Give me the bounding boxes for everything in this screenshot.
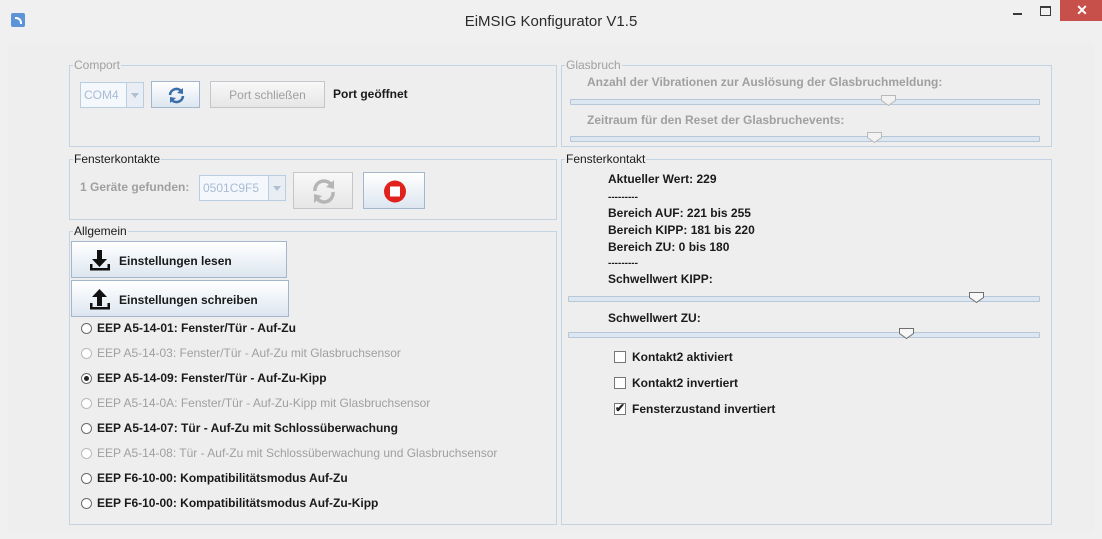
separator-1: --------- bbox=[608, 192, 638, 203]
eep-radio-6[interactable] bbox=[81, 473, 92, 484]
eep-option-label-3[interactable]: EEP A5-14-0A: Fenster/Tür - Auf-Zu-Kipp … bbox=[97, 396, 430, 410]
write-settings-button[interactable]: Einstellungen schreiben bbox=[71, 280, 289, 317]
threshold-kipp-label: Schwellwert KIPP: bbox=[608, 272, 713, 286]
kontakt2-invertiert-label[interactable]: Kontakt2 invertiert bbox=[632, 376, 738, 390]
device-select[interactable]: 0501C9F5 bbox=[199, 175, 286, 201]
eep-option-label-1[interactable]: EEP A5-14-03: Fenster/Tür - Auf-Zu mit G… bbox=[97, 346, 401, 360]
separator-2: --------- bbox=[608, 258, 638, 269]
checkmark-icon: ✔ bbox=[615, 401, 626, 415]
eep-radio-4[interactable] bbox=[81, 423, 92, 434]
threshold-kipp-slider-thumb[interactable] bbox=[969, 292, 985, 303]
close-icon: ✕ bbox=[1076, 2, 1088, 18]
range-auf: Bereich AUF: 221 bis 255 bbox=[608, 206, 751, 220]
client-area: Comport COM4 Port schließen Port geöffne… bbox=[8, 44, 1094, 531]
fensterzustand-invertiert-checkbox[interactable]: ✔ bbox=[614, 401, 626, 415]
kontakt2-aktiviert-checkbox[interactable] bbox=[614, 351, 626, 363]
fensterzustand-invertiert-label[interactable]: Fensterzustand invertiert bbox=[632, 402, 775, 416]
reset-slider-thumb[interactable] bbox=[866, 132, 882, 143]
vibration-slider[interactable] bbox=[570, 99, 1040, 105]
close-button[interactable]: ✕ bbox=[1060, 0, 1102, 21]
port-select-value: COM4 bbox=[84, 88, 119, 102]
close-port-label: Port schließen bbox=[229, 88, 306, 102]
refresh-icon bbox=[313, 179, 335, 204]
window-frame-bottom bbox=[0, 531, 1102, 539]
devices-found-label: 1 Geräte gefunden: bbox=[80, 180, 190, 194]
eep-option-label-6[interactable]: EEP F6-10-00: Kompatibilitätsmodus Auf-Z… bbox=[97, 471, 348, 485]
eep-radio-1[interactable] bbox=[81, 348, 92, 359]
write-settings-label: Einstellungen schreiben bbox=[119, 293, 258, 307]
upload-icon bbox=[90, 289, 110, 310]
device-select-value: 0501C9F5 bbox=[203, 181, 260, 195]
stop-button[interactable] bbox=[363, 172, 425, 209]
eep-radio-3[interactable] bbox=[81, 398, 92, 409]
fensterkontakte-group-title: Fensterkontakte bbox=[73, 152, 162, 166]
eep-option-label-7[interactable]: EEP F6-10-00: Kompatibilitätsmodus Auf-Z… bbox=[97, 496, 378, 510]
port-status: Port geöffnet bbox=[333, 87, 408, 101]
threshold-zu-label: Schwellwert ZU: bbox=[608, 311, 701, 325]
read-settings-label: Einstellungen lesen bbox=[119, 254, 232, 268]
kontakt2-invertiert-checkbox[interactable] bbox=[614, 377, 626, 389]
refresh-devices-button[interactable] bbox=[293, 172, 353, 209]
vibration-label: Anzahl der Vibrationen zur Auslösung der… bbox=[587, 75, 943, 89]
maximize-icon bbox=[1040, 6, 1051, 16]
eep-radio-7[interactable] bbox=[81, 498, 92, 509]
window-frame-left bbox=[0, 44, 8, 539]
download-icon bbox=[90, 250, 110, 271]
glasbruch-group-title: Glasbruch bbox=[565, 58, 622, 72]
eep-option-label-2[interactable]: EEP A5-14-09: Fenster/Tür - Auf-Zu-Kipp bbox=[97, 371, 327, 385]
port-select[interactable]: COM4 bbox=[80, 82, 144, 108]
maximize-button[interactable] bbox=[1032, 0, 1058, 21]
reset-slider[interactable] bbox=[570, 136, 1040, 142]
window-frame-right bbox=[1094, 44, 1102, 539]
stop-icon bbox=[384, 180, 406, 203]
minimize-icon bbox=[1013, 13, 1022, 15]
chevron-down-icon bbox=[268, 176, 285, 200]
window-title: EiMSIG Konfigurator V1.5 bbox=[464, 13, 638, 30]
vibration-slider-thumb[interactable] bbox=[880, 95, 896, 106]
eep-option-label-4[interactable]: EEP A5-14-07: Tür - Auf-Zu mit Schlossüb… bbox=[97, 421, 398, 435]
refresh-ports-button[interactable] bbox=[151, 81, 200, 108]
eep-option-label-0[interactable]: EEP A5-14-01: Fenster/Tür - Auf-Zu bbox=[97, 321, 296, 335]
current-value: Aktueller Wert: 229 bbox=[608, 172, 717, 186]
glasbruch-group: Glasbruch Anzahl der Vibrationen zur Aus… bbox=[561, 58, 1052, 147]
close-port-button[interactable]: Port schließen bbox=[210, 81, 325, 108]
range-zu: Bereich ZU: 0 bis 180 bbox=[608, 240, 730, 254]
fensterkontakt-group: Fensterkontakt Aktueller Wert: 229 -----… bbox=[561, 152, 1052, 525]
comport-group-title: Comport bbox=[73, 58, 122, 72]
eep-option-label-5[interactable]: EEP A5-14-08: Tür - Auf-Zu mit Schlossüb… bbox=[97, 446, 497, 460]
eep-radio-5[interactable] bbox=[81, 448, 92, 459]
reset-label: Zeitraum für den Reset der Glasbrucheven… bbox=[587, 113, 845, 127]
threshold-zu-slider-thumb[interactable] bbox=[898, 328, 914, 339]
title-bar: EiMSIG Konfigurator V1.5 ✕ bbox=[0, 0, 1102, 44]
refresh-icon bbox=[168, 87, 185, 104]
eep-radio-2[interactable] bbox=[81, 373, 92, 384]
read-settings-button[interactable]: Einstellungen lesen bbox=[71, 241, 287, 278]
chevron-down-icon bbox=[126, 83, 143, 107]
fensterkontakte-group: Fensterkontakte 1 Geräte gefunden: 0501C… bbox=[69, 152, 557, 220]
minimize-button[interactable] bbox=[1004, 0, 1030, 21]
allgemein-group-title: Allgemein bbox=[73, 224, 128, 238]
range-kipp: Bereich KIPP: 181 bis 220 bbox=[608, 223, 755, 237]
fensterkontakt-group-title: Fensterkontakt bbox=[565, 152, 647, 166]
kontakt2-aktiviert-label[interactable]: Kontakt2 aktiviert bbox=[632, 350, 733, 364]
eep-radio-0[interactable] bbox=[81, 323, 92, 334]
threshold-zu-slider[interactable] bbox=[568, 332, 1040, 338]
allgemein-group: Allgemein Einstellungen lesen Einstellun… bbox=[69, 224, 557, 525]
comport-group: Comport COM4 Port schließen Port geöffne… bbox=[69, 58, 557, 147]
